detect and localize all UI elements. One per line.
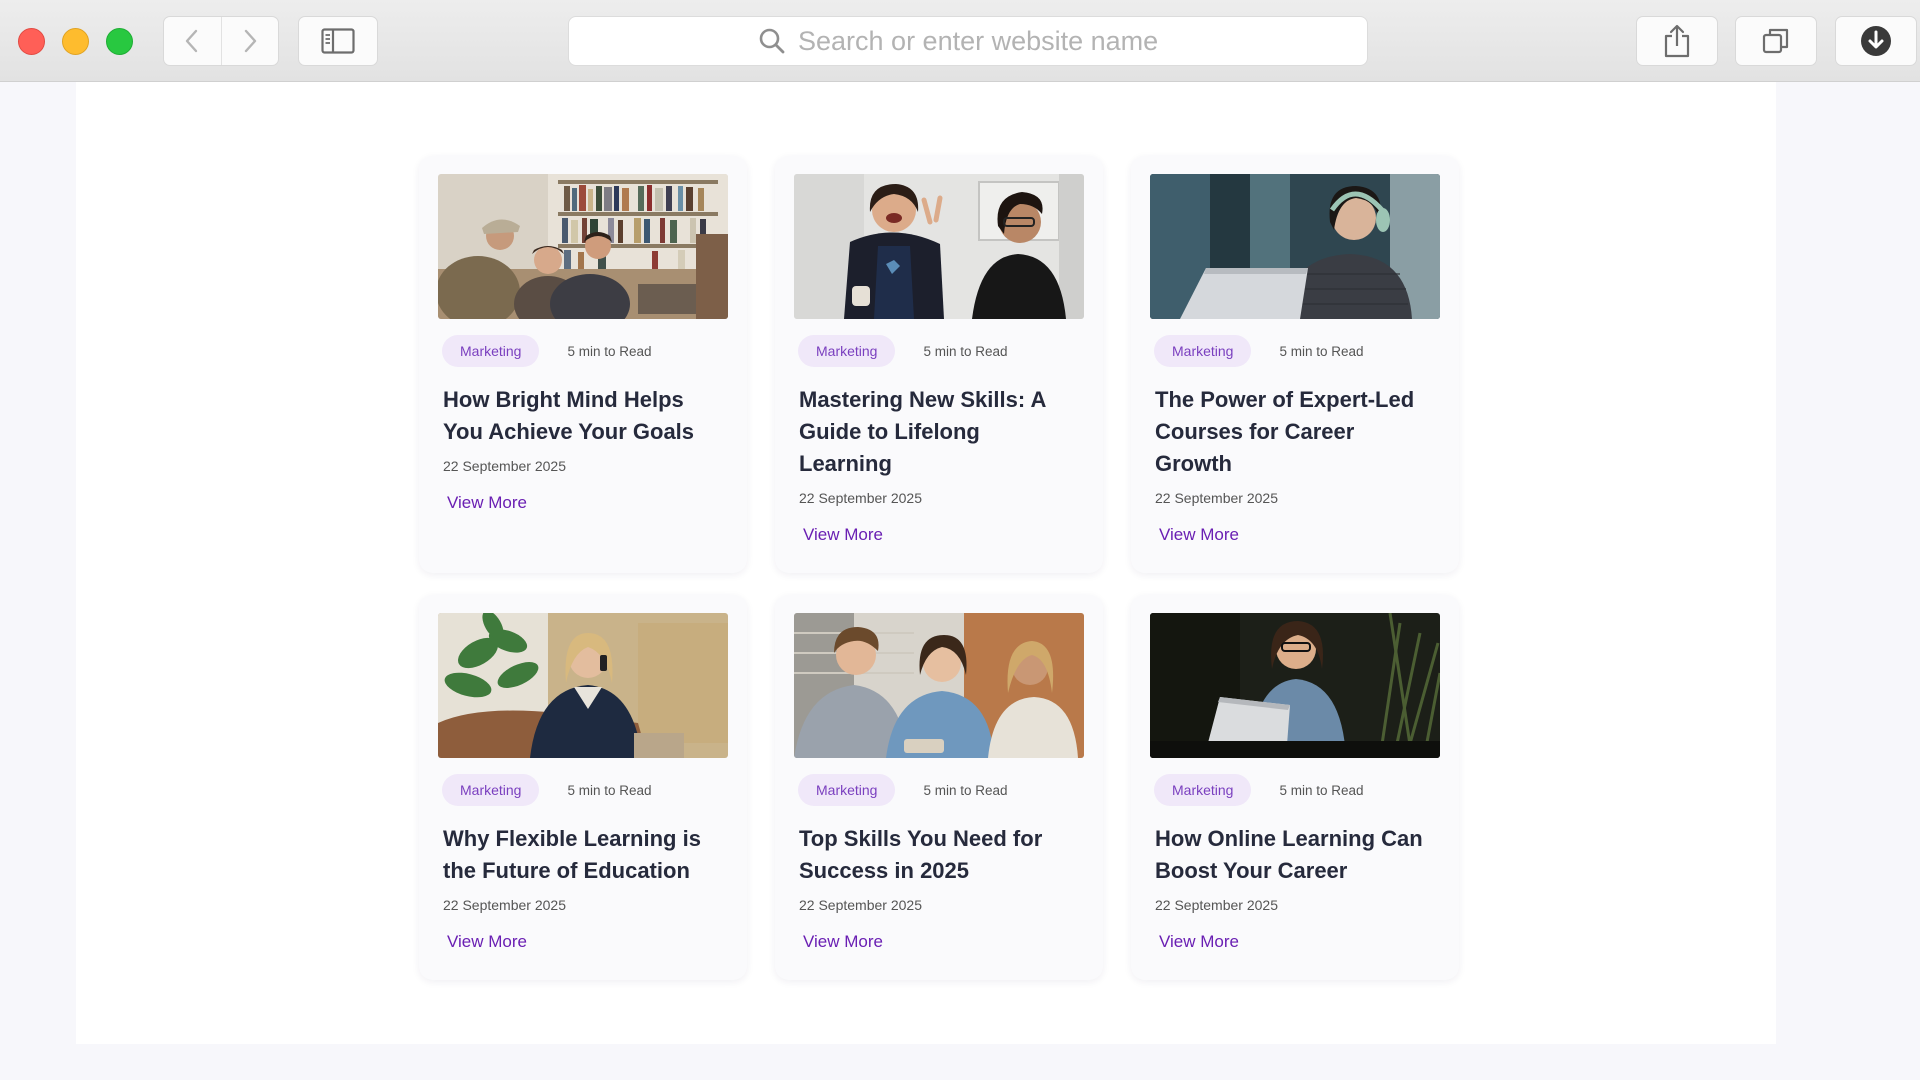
- share-button[interactable]: [1636, 16, 1718, 66]
- sidebar-toggle-button[interactable]: [298, 16, 378, 66]
- article-date: 22 September 2025: [443, 458, 566, 474]
- tabs-icon: [1762, 28, 1789, 54]
- category-tag[interactable]: Marketing: [1154, 335, 1252, 367]
- article-image-happy-students[interactable]: [794, 174, 1084, 319]
- download-icon: [1861, 26, 1891, 56]
- back-button[interactable]: [164, 17, 221, 65]
- article-meta: Marketing 5 min to Read: [438, 774, 728, 806]
- category-tag[interactable]: Marketing: [1154, 774, 1252, 806]
- navigation-buttons: [163, 16, 279, 66]
- view-more-link[interactable]: View More: [447, 493, 527, 513]
- blog-card: Marketing 5 min to Read How Bright Mind …: [419, 156, 747, 573]
- article-meta: Marketing 5 min to Read: [794, 774, 1084, 806]
- article-meta: Marketing 5 min to Read: [1150, 774, 1440, 806]
- article-meta: Marketing 5 min to Read: [438, 335, 728, 367]
- article-meta: Marketing 5 min to Read: [794, 335, 1084, 367]
- search-icon: [759, 28, 785, 54]
- article-image-headphones-student[interactable]: [1150, 174, 1440, 319]
- maximize-window-button[interactable]: [106, 28, 133, 55]
- category-tag[interactable]: Marketing: [798, 774, 896, 806]
- blog-card: Marketing 5 min to Read How Online Learn…: [1131, 595, 1459, 980]
- article-meta: Marketing 5 min to Read: [1150, 335, 1440, 367]
- article-title[interactable]: The Power of Expert-Led Courses for Care…: [1150, 384, 1440, 480]
- article-date: 22 September 2025: [799, 897, 922, 913]
- read-time: 5 min to Read: [567, 782, 652, 798]
- view-more-link[interactable]: View More: [803, 525, 883, 545]
- category-tag[interactable]: Marketing: [442, 774, 540, 806]
- browser-toolbar: [0, 0, 1920, 82]
- article-title[interactable]: Mastering New Skills: A Guide to Lifelon…: [794, 384, 1084, 480]
- chevron-right-icon: [244, 29, 256, 53]
- article-title[interactable]: Top Skills You Need for Success in 2025: [794, 823, 1084, 887]
- blog-card-grid: Marketing 5 min to Read How Bright Mind …: [419, 156, 1459, 980]
- search-input[interactable]: [798, 25, 1178, 57]
- blog-card: Marketing 5 min to Read Mastering New Sk…: [775, 156, 1103, 573]
- article-date: 22 September 2025: [799, 490, 922, 506]
- read-time: 5 min to Read: [567, 343, 652, 359]
- view-more-link[interactable]: View More: [447, 932, 527, 952]
- article-title[interactable]: Why Flexible Learning is the Future of E…: [438, 823, 728, 887]
- blog-card: Marketing 5 min to Read Why Flexible Lea…: [419, 595, 747, 980]
- web-page: Marketing 5 min to Read How Bright Mind …: [76, 82, 1776, 1044]
- view-more-link[interactable]: View More: [803, 932, 883, 952]
- sidebar-icon: [321, 28, 355, 54]
- read-time: 5 min to Read: [923, 782, 1008, 798]
- forward-button[interactable]: [220, 17, 279, 65]
- share-icon: [1664, 24, 1690, 58]
- read-time: 5 min to Read: [1279, 343, 1364, 359]
- downloads-button[interactable]: [1835, 16, 1917, 66]
- read-time: 5 min to Read: [923, 343, 1008, 359]
- view-more-link[interactable]: View More: [1159, 525, 1239, 545]
- article-date: 22 September 2025: [1155, 490, 1278, 506]
- address-bar[interactable]: [568, 16, 1368, 66]
- view-more-link[interactable]: View More: [1159, 932, 1239, 952]
- article-title[interactable]: How Bright Mind Helps You Achieve Your G…: [438, 384, 728, 448]
- tab-overview-button[interactable]: [1735, 16, 1817, 66]
- close-window-button[interactable]: [18, 28, 45, 55]
- article-date: 22 September 2025: [1155, 897, 1278, 913]
- blog-card: Marketing 5 min to Read Top Skills You N…: [775, 595, 1103, 980]
- article-title[interactable]: How Online Learning Can Boost Your Caree…: [1150, 823, 1440, 887]
- article-image-woman-laptop[interactable]: [1150, 613, 1440, 758]
- category-tag[interactable]: Marketing: [798, 335, 896, 367]
- blog-card: Marketing 5 min to Read The Power of Exp…: [1131, 156, 1459, 573]
- read-time: 5 min to Read: [1279, 782, 1364, 798]
- article-image-friends-studying[interactable]: [794, 613, 1084, 758]
- article-date: 22 September 2025: [443, 897, 566, 913]
- category-tag[interactable]: Marketing: [442, 335, 540, 367]
- article-image-woman-on-phone[interactable]: [438, 613, 728, 758]
- article-image-study-group[interactable]: [438, 174, 728, 319]
- minimize-window-button[interactable]: [62, 28, 89, 55]
- chevron-left-icon: [186, 29, 198, 53]
